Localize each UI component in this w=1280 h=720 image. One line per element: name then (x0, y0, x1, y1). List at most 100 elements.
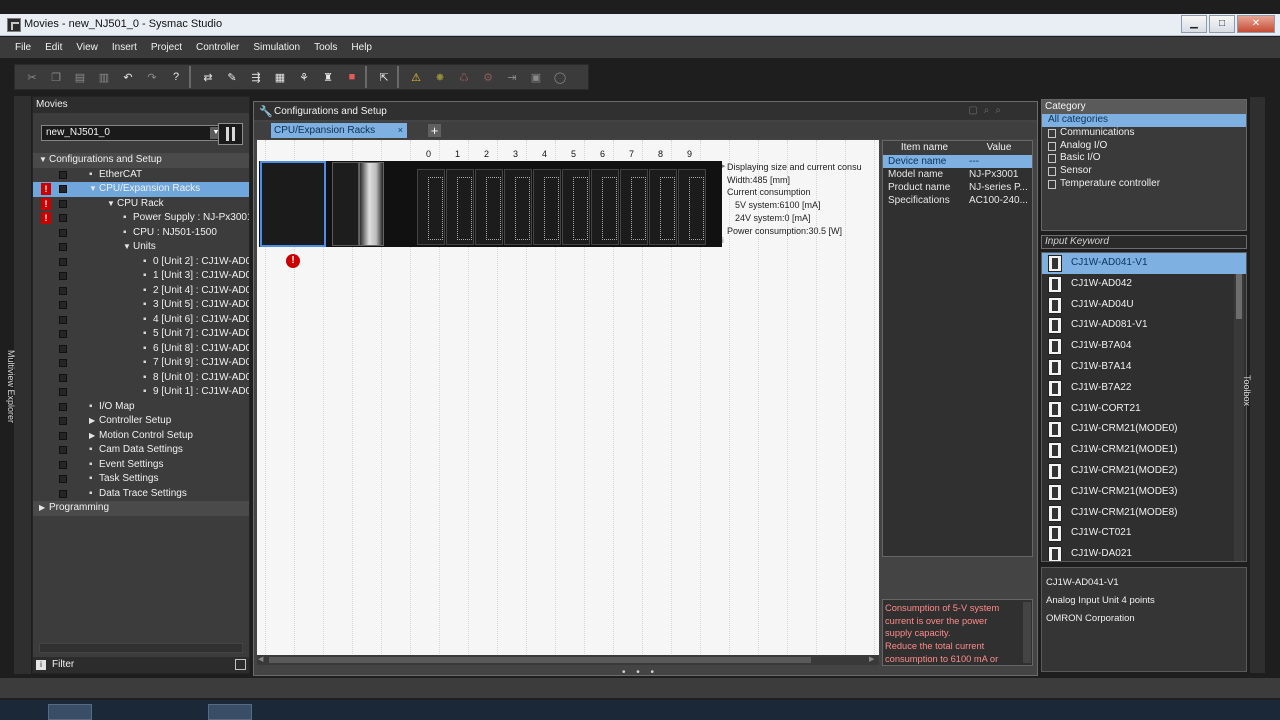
tree-item[interactable]: ▪ Task Settings (33, 472, 249, 487)
tree-checkbox[interactable] (59, 257, 67, 266)
tree-item[interactable]: ▪ 2 [Unit 4] : CJ1W-AD041-V (33, 284, 249, 299)
category-all[interactable]: All categories (1042, 114, 1246, 127)
menu-tools[interactable]: Tools (307, 42, 344, 53)
property-row[interactable]: Product name NJ-series P... (883, 181, 1032, 194)
tree-item[interactable]: ▶ Motion Control Setup (33, 429, 249, 444)
tree-item[interactable]: ▶ Controller Setup (33, 414, 249, 429)
menu-project[interactable]: Project (144, 42, 189, 53)
expand-arrow-icon[interactable]: ▸ (722, 162, 726, 170)
io-unit-slot[interactable] (417, 169, 445, 245)
tree-checkbox[interactable] (59, 301, 67, 309)
unit-list-item[interactable]: CJ1W-AD04U (1042, 295, 1246, 316)
scroll-left-icon[interactable]: ◀ (258, 656, 267, 664)
tree-checkbox[interactable] (59, 330, 67, 338)
tree-checkbox[interactable] (59, 373, 67, 382)
pane-splitter[interactable]: • • • (622, 667, 658, 678)
explorer-hscrollbar[interactable] (39, 643, 243, 653)
tree-checkbox[interactable] (59, 460, 67, 469)
tree-checkbox[interactable] (59, 185, 67, 193)
tree-checkbox[interactable] (59, 489, 67, 498)
io-unit-slot[interactable] (475, 169, 503, 245)
tree-item[interactable]: ▪ Cam Data Settings (33, 443, 249, 458)
run-icon[interactable]: ▣ (525, 66, 547, 88)
tree-checkbox[interactable] (59, 402, 67, 411)
add-tab-button[interactable]: + (428, 124, 441, 137)
menu-file[interactable]: File (8, 42, 38, 53)
rack-view-icon[interactable] (218, 123, 243, 145)
io-unit-slot[interactable] (649, 169, 677, 245)
category-sensor[interactable]: Sensor (1042, 165, 1246, 178)
category-temperature-controller[interactable]: Temperature controller (1042, 178, 1246, 191)
unit-list-item[interactable]: CJ1W-AD081-V1 (1042, 315, 1246, 336)
tree-item[interactable]: ▪ 0 [Unit 2] : CJ1W-AD041-V (33, 255, 249, 270)
unit-list-item[interactable]: CJ1W-AD042 (1042, 274, 1246, 295)
simulate-icon[interactable]: ✸ (429, 66, 451, 88)
expand-arrow-icon[interactable]: ▶ (89, 414, 99, 429)
unit-list-item[interactable]: CJ1W-CRM21(MODE3) (1042, 482, 1246, 503)
rack-canvas[interactable]: ! ▸ i Displaying size and current consu … (257, 140, 879, 656)
copy-icon[interactable]: ❐ (45, 66, 67, 88)
keyword-search-input[interactable]: Input Keyword (1041, 235, 1247, 249)
minimize-button[interactable]: ▁ (1181, 15, 1207, 33)
tree-checkbox[interactable] (59, 446, 67, 454)
property-row[interactable]: Model name NJ-Px3001 (883, 168, 1032, 181)
unit-list-item[interactable]: CJ1W-CRM21(MODE2) (1042, 461, 1246, 482)
menu-edit[interactable]: Edit (38, 42, 69, 53)
delete-icon[interactable]: ▥ (93, 66, 115, 88)
help-icon[interactable]: ? (165, 66, 187, 88)
error-icon[interactable]: ! (286, 254, 300, 268)
property-row[interactable]: Device name --- (883, 155, 1032, 168)
tree-item[interactable]: ▼ Units (33, 240, 249, 255)
menu-simulation[interactable]: Simulation (246, 42, 307, 53)
tree-checkbox[interactable] (59, 475, 67, 483)
io-unit-slot[interactable] (620, 169, 648, 245)
tree-item[interactable]: ▪ 4 [Unit 6] : CJ1W-AD041-V (33, 313, 249, 328)
category-analog-io[interactable]: Analog I/O (1042, 140, 1246, 153)
tree-item[interactable]: ▪ I/O Map (33, 400, 249, 415)
menu-insert[interactable]: Insert (105, 42, 144, 53)
category-communications[interactable]: Communications (1042, 127, 1246, 140)
io-unit-slot[interactable] (591, 169, 619, 245)
tree-checkbox[interactable] (59, 286, 67, 295)
unit-list-item[interactable]: CJ1W-CT021 (1042, 523, 1246, 544)
redo-icon[interactable]: ↷ (141, 66, 163, 88)
pointer-icon[interactable]: ⇱ (373, 66, 395, 88)
unit-list-item[interactable]: CJ1W-CRM21(MODE1) (1042, 440, 1246, 461)
multiview-explorer-label[interactable]: Multiview Explorer (6, 350, 16, 423)
tree-item[interactable]: ! ▼ CPU/Expansion Racks (33, 182, 249, 197)
maximize-button[interactable]: □ (1209, 15, 1235, 33)
tree-item[interactable]: ▪ CPU : NJ501-1500 (33, 226, 249, 241)
scroll-right-icon[interactable]: ▶ (869, 656, 878, 664)
unit-list-item[interactable]: CJ1W-CRM21(MODE0) (1042, 419, 1246, 440)
io-unit-slot[interactable] (678, 169, 706, 245)
tree-checkbox[interactable] (59, 359, 67, 367)
tree-item[interactable]: ▪ 8 [Unit 0] : CJ1W-AD041-V (33, 371, 249, 386)
device-dropdown[interactable]: new_NJ501_0 ▼ (41, 125, 225, 141)
zoom-tools[interactable]: ▢⌕⌕ (968, 105, 1007, 116)
taskbar-button[interactable] (208, 704, 252, 720)
io-unit-slot[interactable] (504, 169, 532, 245)
verify-icon[interactable]: ▦ (269, 66, 291, 88)
tree-checkbox[interactable] (59, 228, 67, 237)
tree-item[interactable]: ▪ 7 [Unit 9] : CJ1W-AD041-V (33, 356, 249, 371)
stop-icon[interactable]: ■ (341, 66, 363, 88)
expand-arrow-icon[interactable]: ▶ (39, 501, 49, 516)
collapse-arrow-icon[interactable]: ▼ (89, 182, 99, 197)
tree-checkbox[interactable] (59, 344, 67, 353)
tree-item[interactable]: ▪ 3 [Unit 5] : CJ1W-AD041-V (33, 298, 249, 313)
multiview-explorer-strip[interactable] (14, 96, 31, 674)
tree-item[interactable]: ▪ 9 [Unit 1] : CJ1W-AD041-V (33, 385, 249, 400)
paste-icon[interactable]: ▤ (69, 66, 91, 88)
step-icon[interactable]: ⚙ (477, 66, 499, 88)
menu-controller[interactable]: Controller (189, 42, 246, 53)
breakpoint-icon[interactable]: ⇥ (501, 66, 523, 88)
taskbar-button[interactable] (48, 704, 92, 720)
tree-checkbox[interactable] (59, 199, 67, 208)
unit-list-item[interactable]: CJ1W-B7A14 (1042, 357, 1246, 378)
cpu-unit[interactable] (359, 162, 384, 246)
scroll-thumb[interactable] (269, 657, 811, 663)
unit-list-item[interactable]: CJ1W-AD041-V1 (1042, 253, 1246, 274)
io-unit-slot[interactable] (446, 169, 474, 245)
property-value[interactable]: --- (966, 155, 1032, 168)
unit-list-item[interactable]: CJ1W-DA021 (1042, 544, 1246, 561)
